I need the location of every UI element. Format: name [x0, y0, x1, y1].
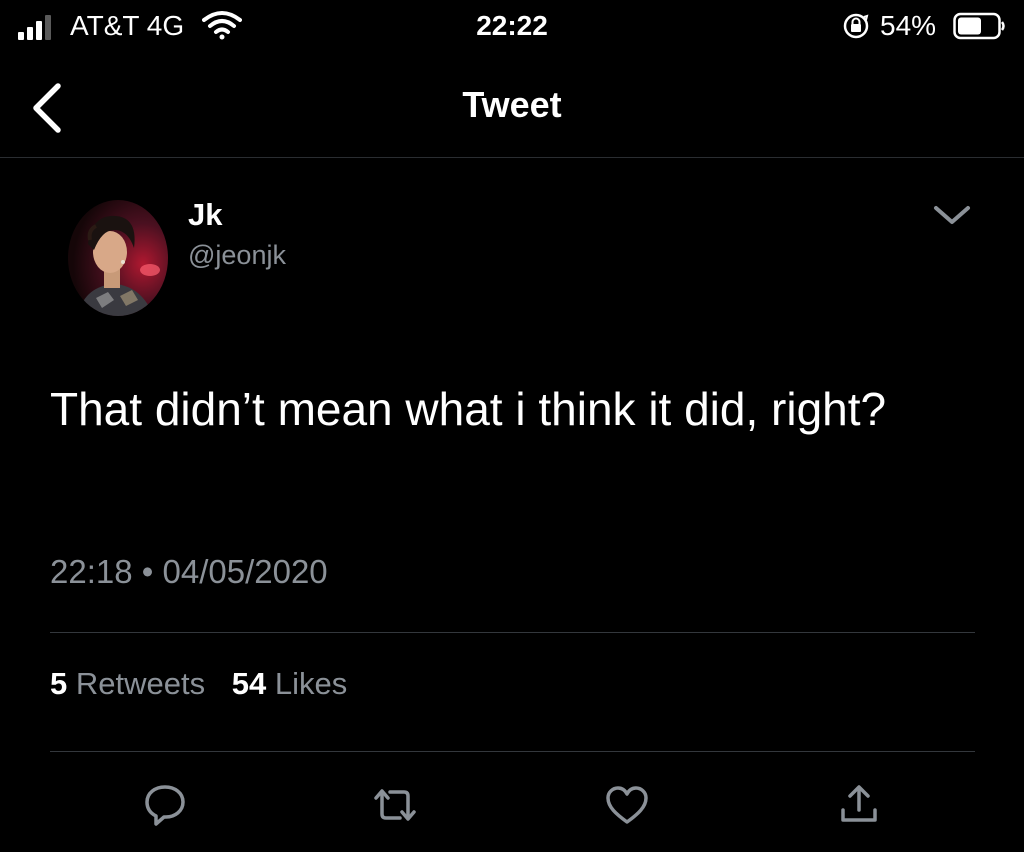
likes-count: 54 [231, 666, 267, 701]
retweets-count: 5 [50, 666, 68, 701]
nav-divider [0, 157, 1024, 158]
status-time: 22:22 [476, 10, 548, 41]
reply-icon [145, 785, 185, 826]
share-icon [841, 785, 877, 822]
divider [50, 751, 975, 752]
avatar[interactable] [68, 200, 168, 316]
likes-stat[interactable]: 54 Likes [232, 664, 347, 704]
tweet-timestamp: 22:18 • 04/05/2020 [50, 552, 328, 592]
author-handle[interactable]: @jeonjk [188, 238, 286, 272]
like-icon [606, 786, 648, 824]
author-display-name[interactable]: Jk [188, 197, 222, 233]
likes-label: Likes [274, 666, 348, 701]
retweets-stat[interactable]: 5 Retweets [50, 664, 205, 704]
status-bar: AT&T 4G 22:22 54% [0, 0, 1024, 56]
retweets-label: Retweets [75, 666, 206, 701]
tweet-stats: 5 Retweets 54 Likes [50, 664, 365, 704]
retweet-button[interactable] [370, 780, 420, 830]
page-title: Tweet [462, 84, 562, 125]
reply-button[interactable] [140, 780, 190, 830]
battery-percent: 54% [880, 10, 937, 41]
like-button[interactable] [602, 780, 652, 830]
tweet-time: 22:18 [50, 553, 133, 590]
more-options-button[interactable] [930, 198, 974, 234]
meta-separator: • [141, 553, 154, 590]
battery-icon [953, 12, 1007, 40]
divider [50, 632, 975, 633]
nav-bar: Tweet [0, 60, 1024, 158]
tweet-text: That didn’t mean what i think it did, ri… [50, 383, 887, 435]
retweet-icon [374, 789, 416, 821]
tweet-date: 04/05/2020 [162, 553, 328, 590]
orientation-lock-icon [842, 12, 870, 40]
share-button[interactable] [834, 780, 884, 830]
chevron-down-icon [934, 206, 970, 224]
